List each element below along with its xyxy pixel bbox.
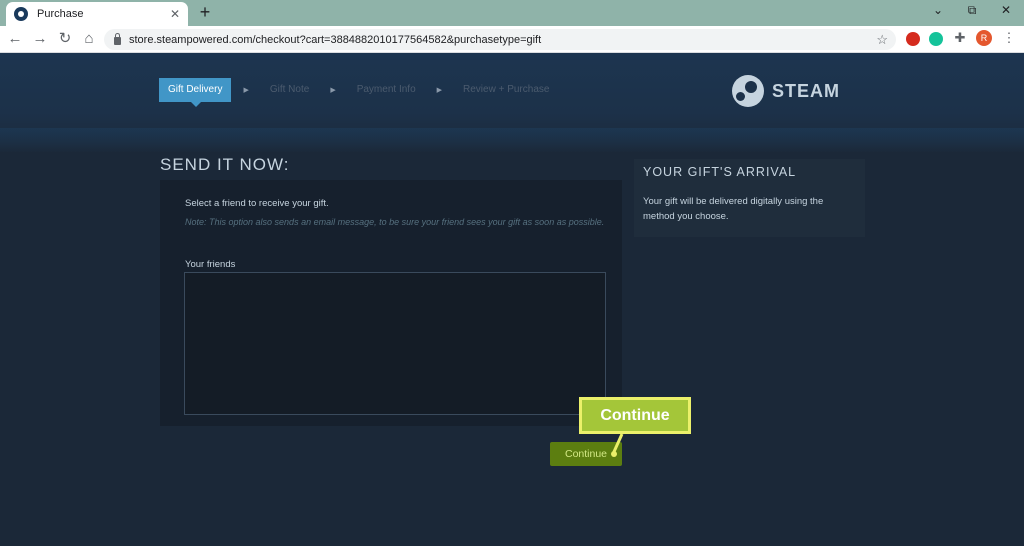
new-tab-icon[interactable]: +	[195, 2, 215, 23]
home-icon[interactable]: ⌂	[80, 30, 98, 48]
browser-tab[interactable]: Purchase ✕	[6, 2, 188, 26]
grammarly-extension-icon[interactable]	[929, 32, 943, 46]
restore-icon[interactable]: ⧉	[962, 3, 982, 18]
url-text[interactable]: store.steampowered.com/checkout?cart=388…	[129, 34, 876, 46]
browser-toolbar: ← → ↻ ⌂ store.steampowered.com/checkout?…	[0, 26, 1024, 53]
tab-title: Purchase	[37, 8, 84, 20]
continue-callout: Continue	[579, 397, 691, 434]
adblock-extension-icon[interactable]	[906, 32, 920, 46]
address-bar[interactable]: store.steampowered.com/checkout?cart=388…	[104, 29, 896, 50]
steam-favicon-icon	[14, 7, 28, 21]
callout-pointer-line	[611, 433, 624, 455]
minimize-icon[interactable]: ⌄	[928, 3, 948, 17]
window-close-icon[interactable]: ✕	[996, 3, 1016, 17]
callout-pointer	[611, 433, 624, 457]
steam-checkout-page: Gift Delivery ▶ Gift Note ▶ Payment Info…	[0, 53, 1024, 546]
reload-icon[interactable]: ↻	[56, 30, 74, 48]
callout-pointer-dot	[611, 451, 617, 457]
lock-icon[interactable]	[114, 33, 121, 45]
forward-icon[interactable]: →	[31, 30, 49, 48]
bookmark-star-icon[interactable]: ☆	[876, 32, 888, 48]
extensions-puzzle-icon[interactable]: ✚	[953, 30, 967, 45]
tab-close-icon[interactable]: ✕	[170, 7, 180, 21]
browser-menu-icon[interactable]: ⋮	[1002, 31, 1016, 45]
profile-avatar[interactable]: R	[976, 30, 992, 46]
back-icon[interactable]: ←	[6, 30, 24, 48]
browser-tab-bar: Purchase ✕ + ⌄ ⧉ ✕	[0, 0, 1024, 26]
